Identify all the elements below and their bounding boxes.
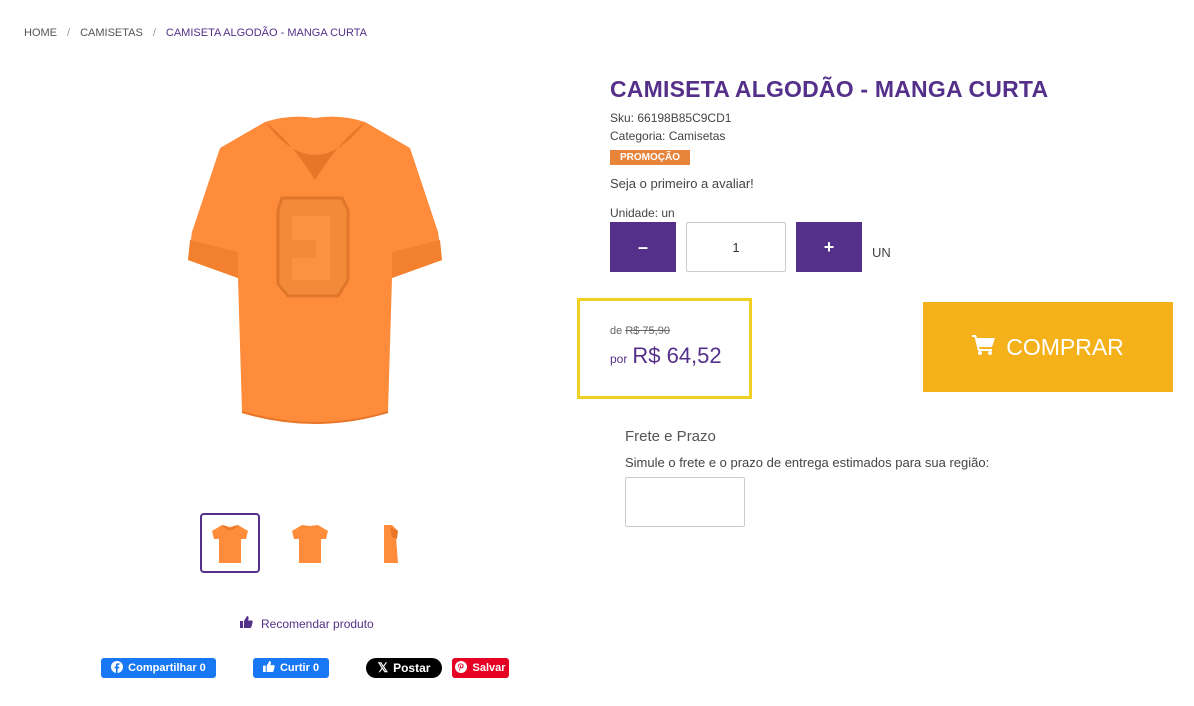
x-post-button[interactable]: 𝕏 Postar <box>366 658 442 678</box>
thumbnail-list <box>200 513 420 573</box>
facebook-icon <box>111 660 124 676</box>
facebook-share-label: Compartilhar 0 <box>128 662 206 674</box>
breadcrumb-separator: / <box>152 27 156 39</box>
promo-badge: PROMOÇÃO <box>610 150 690 165</box>
price-box: de R$ 75,90 por R$ 64,52 <box>577 298 752 399</box>
thumbnail-back[interactable] <box>280 513 340 573</box>
quantity-unit: UN <box>872 245 891 260</box>
facebook-like-label: Curtir 0 <box>279 662 320 674</box>
pinterest-icon <box>455 660 468 676</box>
breadcrumb-separator: / <box>67 27 71 39</box>
like-icon <box>262 661 275 675</box>
quantity-input[interactable] <box>686 222 786 272</box>
thumbs-up-icon <box>240 616 253 631</box>
shopping-cart-icon <box>972 334 996 361</box>
buy-button[interactable]: COMPRAR <box>923 302 1173 392</box>
recommend-link[interactable]: Recomendar produto <box>240 616 374 631</box>
buy-button-label: COMPRAR <box>1006 333 1124 360</box>
zipcode-input[interactable] <box>625 477 745 527</box>
thumbnail-side[interactable] <box>360 513 420 573</box>
unit-label: Unidade: un <box>610 206 675 220</box>
pinterest-save-button[interactable]: Salvar <box>452 658 509 678</box>
breadcrumb-camisetas[interactable]: CAMISETAS <box>80 27 143 39</box>
old-price-prefix: de <box>610 325 623 337</box>
facebook-share-button[interactable]: Compartilhar 0 <box>101 658 216 678</box>
pinterest-save-label: Salvar <box>472 662 506 674</box>
x-logo-icon: 𝕏 <box>377 660 389 675</box>
product-title: CAMISETA ALGODÃO - MANGA CURTA <box>610 76 1049 102</box>
thumbnail-front[interactable] <box>200 513 260 573</box>
product-category: Categoria: Camisetas <box>610 129 726 143</box>
quantity-increase-button[interactable]: + <box>796 222 862 272</box>
breadcrumb-current: CAMISETA ALGODÃO - MANGA CURTA <box>165 27 367 39</box>
product-main-image[interactable] <box>170 100 460 440</box>
recommend-label: Recomendar produto <box>261 616 374 631</box>
old-price-value: R$ 75,90 <box>625 325 670 337</box>
review-link[interactable]: Seja o primeiro a avaliar! <box>610 176 754 191</box>
quantity-decrease-button[interactable]: – <box>610 222 676 272</box>
breadcrumb-home[interactable]: HOME <box>24 27 57 39</box>
breadcrumb: HOME / CAMISETAS / CAMISETA ALGODÃO - MA… <box>24 27 367 39</box>
facebook-like-button[interactable]: Curtir 0 <box>253 658 329 678</box>
old-price: de R$ 75,90 <box>610 325 670 337</box>
shipping-description: Simule o frete e o prazo de entrega esti… <box>625 455 990 470</box>
x-post-label: Postar <box>393 661 431 675</box>
product-sku: Sku: 66198B85C9CD1 <box>610 111 732 125</box>
shipping-title: Frete e Prazo <box>625 428 716 445</box>
current-price-prefix: por <box>610 352 628 366</box>
current-price-value: R$ 64,52 <box>632 343 722 368</box>
current-price: por R$ 64,52 <box>610 343 722 369</box>
